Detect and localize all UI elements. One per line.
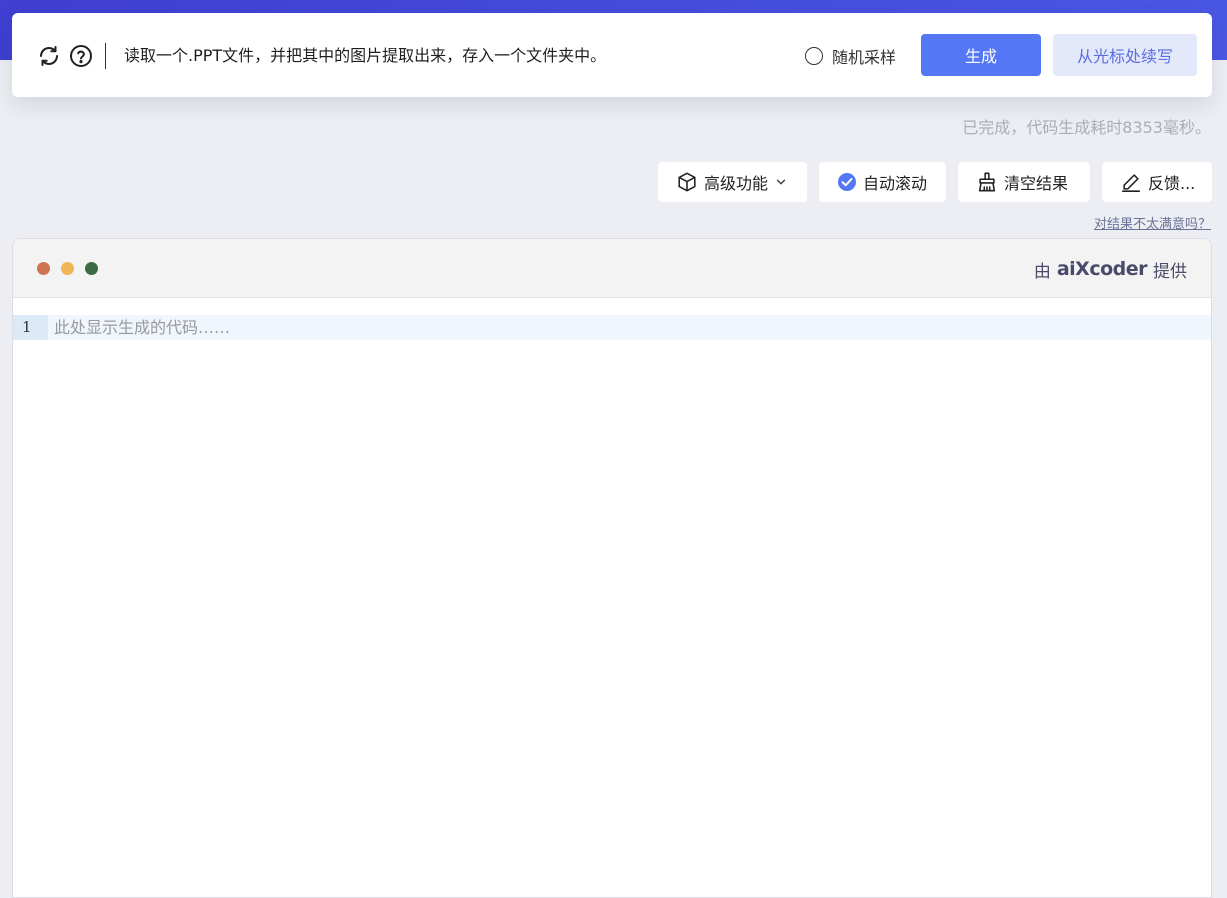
continue-from-cursor-button[interactable]: 从光标处续写: [1053, 34, 1197, 76]
random-sampling-option[interactable]: 随机采样: [805, 43, 896, 69]
not-satisfied-link[interactable]: 对结果不太满意吗？: [1094, 213, 1211, 232]
window-dot-green: [85, 262, 98, 275]
random-sampling-radio[interactable]: [805, 47, 823, 65]
provider-credit: 由 aiXcoder 提供: [1034, 255, 1187, 283]
cube-icon: [678, 172, 696, 192]
prompt-input[interactable]: 读取一个.PPT文件，并把其中的图片提取出来，存入一个文件夹中。: [124, 43, 784, 69]
advanced-features-button[interactable]: 高级功能: [658, 162, 807, 202]
chevron-down-icon: [776, 179, 786, 185]
feedback-label: 反馈...: [1148, 174, 1196, 193]
check-circle-icon: [838, 173, 856, 191]
auto-scroll-toggle[interactable]: 自动滚动: [819, 162, 946, 202]
prompt-card: 读取一个.PPT文件，并把其中的图片提取出来，存入一个文件夹中。 随机采样 生成…: [12, 13, 1212, 97]
pencil-icon: [1121, 174, 1141, 192]
code-placeholder: 此处显示生成的代码……: [54, 318, 231, 337]
editor-header: 由 aiXcoder 提供: [13, 239, 1211, 298]
random-sampling-label: 随机采样: [832, 48, 897, 67]
help-icon[interactable]: [68, 43, 94, 69]
credit-suffix: 提供: [1153, 261, 1187, 282]
aixcoder-logo: aiXcoder: [1056, 258, 1148, 280]
clear-results-button[interactable]: 清空结果: [958, 162, 1090, 202]
line-number: 1: [13, 315, 48, 340]
auto-scroll-label: 自动滚动: [863, 174, 928, 193]
refresh-icon[interactable]: [36, 43, 62, 69]
status-text: 已完成，代码生成耗时8353毫秒。: [962, 118, 1211, 137]
advanced-features-label: 高级功能: [704, 174, 769, 193]
credit-prefix: 由: [1033, 261, 1051, 282]
generate-button[interactable]: 生成: [921, 34, 1041, 76]
code-editor: 由 aiXcoder 提供 1 此处显示生成的代码……: [12, 238, 1212, 898]
broom-icon: [978, 172, 996, 192]
window-dot-yellow: [61, 262, 74, 275]
feedback-button[interactable]: 反馈...: [1102, 162, 1212, 202]
clear-results-label: 清空结果: [1004, 174, 1069, 193]
code-line[interactable]: 1 此处显示生成的代码……: [13, 315, 1211, 340]
divider: [105, 43, 106, 69]
window-dot-red: [37, 262, 50, 275]
